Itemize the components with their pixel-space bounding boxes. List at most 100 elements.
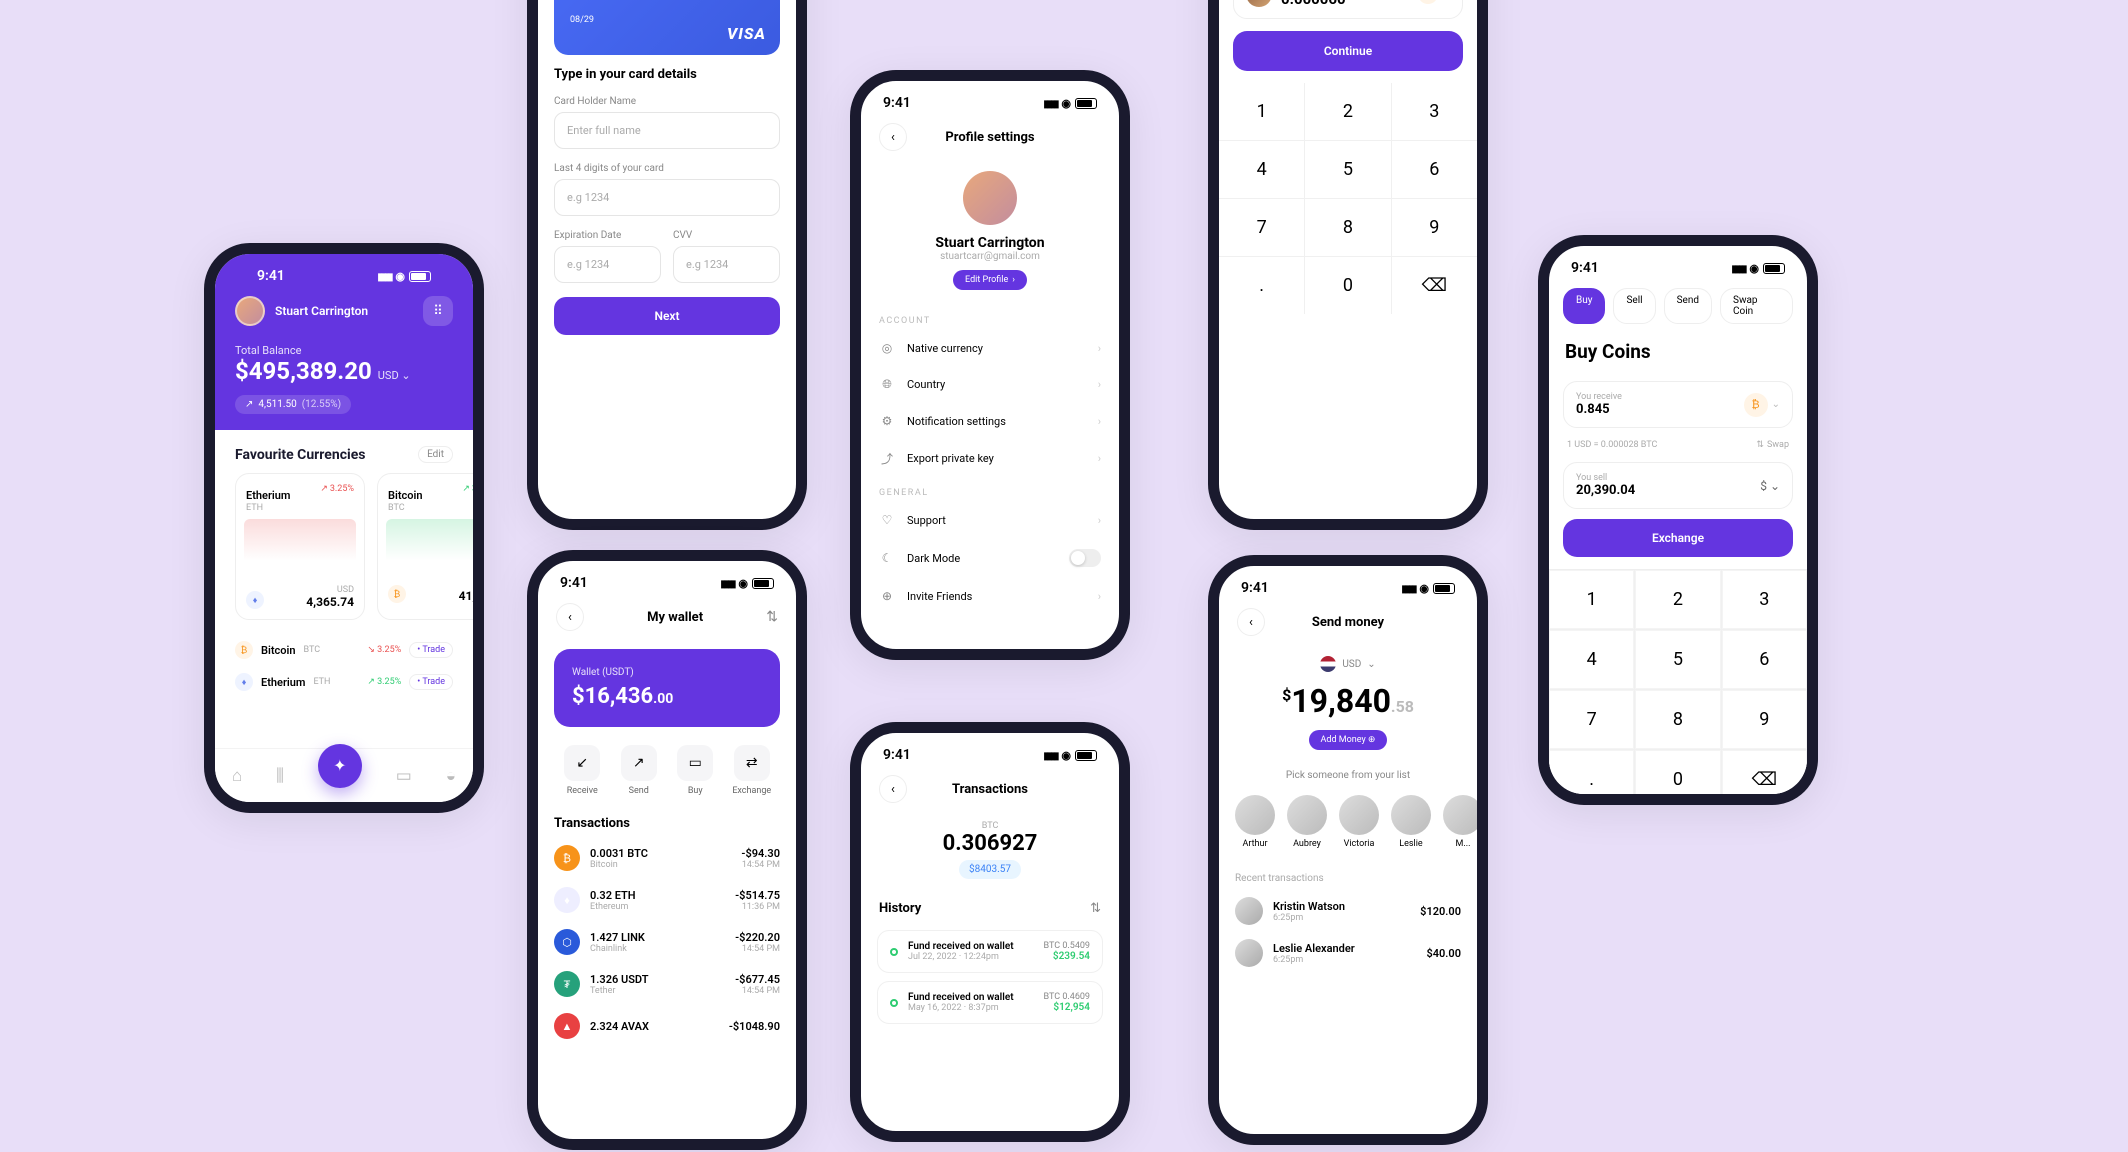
back-button[interactable]: ‹ bbox=[879, 123, 907, 151]
history-row[interactable]: Fund received on walletMay 16, 2022 · 8:… bbox=[877, 981, 1103, 1024]
key-1[interactable]: 1 bbox=[1549, 570, 1634, 629]
contact-item[interactable]: Leslie bbox=[1391, 795, 1431, 849]
back-button[interactable]: ‹ bbox=[556, 603, 584, 631]
chevron-right-icon: › bbox=[1098, 590, 1101, 603]
key-9[interactable]: 9 bbox=[1392, 199, 1477, 256]
receive-field[interactable]: You receive0.845 ₿⌄ bbox=[1563, 381, 1793, 428]
history-row[interactable]: Fund received on walletJul 22, 2022 · 12… bbox=[877, 930, 1103, 973]
setting-country[interactable]: 🌐︎Country› bbox=[861, 366, 1119, 403]
setting-dark-mode[interactable]: ☾Dark Mode bbox=[861, 538, 1119, 578]
key-7[interactable]: 7 bbox=[1219, 199, 1304, 256]
receiving-field[interactable]: Angela will receive0.000060 ₿ ⌄ bbox=[1233, 0, 1463, 19]
key-2[interactable]: 2 bbox=[1305, 83, 1390, 140]
currency-card-btc[interactable]: Bitcoin↗ 3.25% BTC ₿41,958 bbox=[377, 473, 473, 620]
receive-action[interactable]: ↙Receive bbox=[554, 745, 611, 796]
tab-buy[interactable]: Buy bbox=[1563, 288, 1605, 324]
buy-action[interactable]: ▭Buy bbox=[667, 745, 724, 796]
key-3[interactable]: 3 bbox=[1392, 83, 1477, 140]
nav-wallet-icon[interactable]: ▭ bbox=[396, 766, 412, 786]
tab-send[interactable]: Send bbox=[1664, 288, 1712, 324]
contact-item[interactable]: Victoria bbox=[1339, 795, 1379, 849]
favourite-currencies-title: Favourite Currencies bbox=[235, 447, 365, 463]
key-4[interactable]: 4 bbox=[1219, 141, 1304, 198]
total-balance-label: Total Balance bbox=[235, 344, 453, 357]
setting-export-key[interactable]: ⤴Export private key› bbox=[861, 439, 1119, 478]
trade-button[interactable]: • Trade bbox=[409, 674, 453, 690]
key-5[interactable]: 5 bbox=[1635, 630, 1720, 689]
key-5[interactable]: 5 bbox=[1305, 141, 1390, 198]
currency-card-eth[interactable]: Etherium↗ 3.25% ETH ♦USD4,365.74 bbox=[235, 473, 365, 620]
filter-icon[interactable]: ⇅ bbox=[766, 609, 778, 625]
setting-notifications[interactable]: ⚙Notification settings› bbox=[861, 403, 1119, 439]
currency-select[interactable]: $ ⌄ bbox=[1760, 479, 1780, 493]
edit-profile-button[interactable]: Edit Profile › bbox=[953, 270, 1027, 290]
key-8[interactable]: 8 bbox=[1305, 199, 1390, 256]
exchange-action[interactable]: ⇄Exchange bbox=[724, 745, 781, 796]
exchange-button[interactable]: Exchange bbox=[1563, 519, 1793, 557]
backspace-key[interactable]: ⌫ bbox=[1722, 750, 1807, 805]
key-6[interactable]: 6 bbox=[1392, 141, 1477, 198]
bell-icon: ⚙ bbox=[879, 414, 895, 428]
transaction-row[interactable]: ▲ 2.324 AVAX -$1048.90 bbox=[538, 1005, 796, 1047]
currency-select[interactable]: USD ⌄ bbox=[1219, 650, 1477, 678]
contact-item[interactable]: Aubrey bbox=[1287, 795, 1327, 849]
dark-mode-toggle[interactable] bbox=[1069, 549, 1101, 567]
cardholder-name-input[interactable]: Enter full name bbox=[554, 112, 780, 149]
send-action[interactable]: ↗Send bbox=[611, 745, 668, 796]
list-row-eth[interactable]: ♦EtheriumETH↗ 3.25%• Trade bbox=[235, 666, 453, 698]
next-button[interactable]: Next bbox=[554, 297, 780, 335]
key-.[interactable]: . bbox=[1219, 257, 1304, 314]
key-1[interactable]: 1 bbox=[1219, 83, 1304, 140]
btc-icon: ₿ bbox=[388, 585, 406, 603]
send-amount-screen: You are sending3.236 $ ⌄ 1 USD = 0.00002… bbox=[1208, 0, 1488, 530]
setting-native-currency[interactable]: ◎Native currency› bbox=[861, 330, 1119, 366]
backspace-key[interactable]: ⌫ bbox=[1392, 257, 1477, 314]
nav-home-icon[interactable]: ⌂ bbox=[232, 766, 242, 786]
transaction-row[interactable]: ♦ 0.32 ETHEthereum -$514.7511:36 PM bbox=[538, 879, 796, 921]
btc-icon[interactable]: ₿ bbox=[1744, 393, 1768, 417]
currency-select[interactable]: ₿ ⌄ bbox=[1418, 0, 1450, 4]
user-avatar[interactable] bbox=[235, 296, 265, 326]
recent-transaction-row[interactable]: Leslie Alexander6:25pm$40.00 bbox=[1219, 932, 1477, 974]
key-9[interactable]: 9 bbox=[1722, 690, 1807, 749]
expiration-input[interactable]: e.g 1234 bbox=[554, 246, 661, 283]
edit-button[interactable]: Edit bbox=[418, 446, 453, 463]
key-8[interactable]: 8 bbox=[1635, 690, 1720, 749]
sell-field[interactable]: You sell20,390.04 $ ⌄ bbox=[1563, 462, 1793, 509]
menu-button[interactable]: ⠿ bbox=[423, 296, 453, 326]
nav-fab-compass-icon[interactable]: ✦ bbox=[318, 744, 362, 788]
key-4[interactable]: 4 bbox=[1549, 630, 1634, 689]
last4-input[interactable]: e.g 1234 bbox=[554, 179, 780, 216]
transaction-row[interactable]: ₮ 1.326 USDTTether -$677.4514:54 PM bbox=[538, 963, 796, 1005]
back-button[interactable]: ‹ bbox=[1237, 608, 1265, 636]
transaction-row[interactable]: ⬡ 1.427 LINKChainlink -$220.2014:54 PM bbox=[538, 921, 796, 963]
nav-profile-icon[interactable]: ◒ bbox=[446, 766, 456, 786]
tab-sell[interactable]: Sell bbox=[1613, 288, 1655, 324]
key-.[interactable]: . bbox=[1549, 750, 1634, 805]
transaction-row[interactable]: ₿ 0.0031 BTCBitcoin -$94.3014:54 PM bbox=[538, 837, 796, 879]
setting-support[interactable]: ♡Support› bbox=[861, 502, 1119, 538]
continue-button[interactable]: Continue bbox=[1233, 31, 1463, 71]
swap-button[interactable]: ⇅ Swap bbox=[1756, 440, 1789, 450]
coin-icon: ⬡ bbox=[554, 929, 580, 955]
tab-swap[interactable]: Swap Coin bbox=[1720, 288, 1793, 324]
key-6[interactable]: 6 bbox=[1722, 630, 1807, 689]
key-0[interactable]: 0 bbox=[1305, 257, 1390, 314]
contact-item[interactable]: M... bbox=[1443, 795, 1477, 849]
recent-transaction-row[interactable]: Kristin Watson6:25pm$120.00 bbox=[1219, 890, 1477, 932]
key-2[interactable]: 2 bbox=[1635, 570, 1720, 629]
profile-avatar[interactable] bbox=[963, 171, 1017, 225]
list-row-btc[interactable]: ₿BitcoinBTC↘ 3.25%• Trade bbox=[235, 634, 453, 666]
contact-item[interactable]: Arthur bbox=[1235, 795, 1275, 849]
trade-button[interactable]: • Trade bbox=[409, 642, 453, 658]
back-button[interactable]: ‹ bbox=[879, 775, 907, 803]
setting-invite[interactable]: ⊕Invite Friends› bbox=[861, 578, 1119, 614]
filter-icon[interactable]: ⇅ bbox=[1090, 901, 1101, 916]
add-money-button[interactable]: Add Money ⊕ bbox=[1309, 730, 1388, 750]
key-0[interactable]: 0 bbox=[1635, 750, 1720, 805]
key-7[interactable]: 7 bbox=[1549, 690, 1634, 749]
nav-chart-icon[interactable]: ⫼ bbox=[276, 766, 284, 786]
cvv-input[interactable]: e.g 1234 bbox=[673, 246, 780, 283]
balance-currency[interactable]: USD bbox=[378, 369, 399, 382]
key-3[interactable]: 3 bbox=[1722, 570, 1807, 629]
